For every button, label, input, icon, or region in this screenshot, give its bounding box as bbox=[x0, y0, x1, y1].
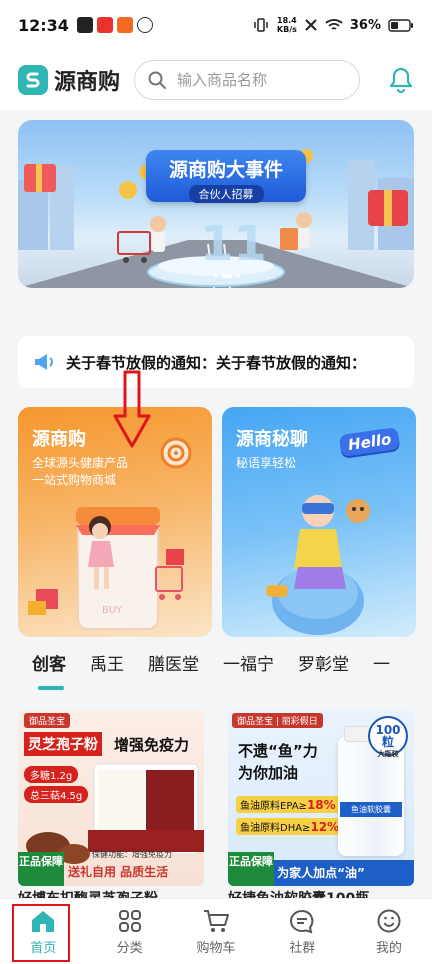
svg-text:BUY: BUY bbox=[102, 605, 123, 616]
link-app-icon bbox=[136, 17, 153, 33]
authentic-guarantee-badge: 正品保障 bbox=[228, 852, 274, 886]
target-icon bbox=[160, 437, 192, 469]
epa-value: 18% bbox=[306, 798, 336, 812]
tab-shanyitang[interactable]: 膳医堂 bbox=[148, 650, 199, 675]
product-card-fish-oil[interactable]: 御品圣宝 | 丽彩假日 不遗“鱼”力 为你加油 鱼油原料EPA≥18% 鱼油原料… bbox=[228, 710, 414, 886]
authentic-guarantee-badge: 正品保障 bbox=[18, 852, 64, 886]
banner-subtitle: 合伙人招募 bbox=[188, 185, 264, 203]
active-tab-indicator bbox=[38, 686, 64, 690]
product-brand: 御品圣宝 bbox=[24, 713, 71, 728]
wifi-icon bbox=[325, 19, 343, 30]
product-headline: 不遗“鱼”力 为你加油 bbox=[238, 740, 318, 784]
product-headline-line2: 为你加油 bbox=[238, 764, 299, 782]
banner-scene-illustration: 11 bbox=[18, 149, 414, 288]
banner-title: 源商购大事件 bbox=[168, 159, 283, 181]
authentic-guarantee-text: 正品保障 bbox=[19, 855, 63, 868]
count-value: 100粒 bbox=[375, 723, 401, 749]
cart-icon bbox=[204, 909, 230, 932]
smile-icon bbox=[377, 909, 401, 932]
hello-badge-text: Hello bbox=[346, 430, 393, 454]
dha-value: 12% bbox=[310, 820, 340, 834]
status-app-icons bbox=[76, 17, 153, 33]
app-name: 源商购 bbox=[54, 70, 121, 95]
dha-badge: 鱼油原料DHA≥12% bbox=[236, 818, 344, 835]
notice-bar[interactable]: 关于春节放假的通知：关于春节放假的通知： bbox=[18, 336, 414, 388]
tab-more[interactable]: 一 bbox=[373, 650, 390, 675]
search-input[interactable] bbox=[177, 71, 338, 89]
tabbar-profile[interactable]: 我的 bbox=[346, 899, 432, 964]
media-app-icon bbox=[76, 17, 93, 33]
promo-banner[interactable]: 11 源商购大事件 合伙人招募 bbox=[18, 120, 414, 288]
count-sub: 大瓶装 bbox=[377, 750, 399, 758]
epa-badge: 鱼油原料EPA≥18% bbox=[236, 796, 340, 813]
tab-yuwang[interactable]: 禹王 bbox=[90, 650, 124, 675]
bell-icon bbox=[389, 67, 413, 94]
tabbar-community-label: 社群 bbox=[289, 940, 316, 956]
feature-card-mi-liao[interactable]: 源商秘聊 秘语享轻松 Hello bbox=[222, 407, 416, 637]
dha-label: 鱼油原料DHA≥ bbox=[240, 823, 311, 834]
authentic-guarantee-text: 正品保障 bbox=[229, 855, 273, 868]
pagination-dot bbox=[236, 274, 240, 278]
card-subtitle-line1: 秘语享轻松 bbox=[236, 456, 297, 470]
count-badge: 100粒 大瓶装 bbox=[368, 716, 408, 758]
product-headline-line1: 不遗“鱼”力 bbox=[238, 742, 318, 760]
battery-icon bbox=[388, 18, 413, 32]
tabbar-category-label: 分类 bbox=[116, 940, 143, 956]
grid-icon bbox=[118, 909, 141, 932]
tabbar-community[interactable]: 社群 bbox=[259, 899, 345, 964]
banner-pagination bbox=[214, 274, 240, 278]
product-brand: 御品圣宝 | 丽彩假日 bbox=[232, 713, 323, 728]
shopping-app-icon bbox=[96, 17, 113, 33]
megaphone-icon bbox=[35, 354, 53, 370]
app-logo: 源商购 bbox=[18, 64, 120, 96]
category-tabs: 创客 禹王 膳医堂 一福宁 罗彰堂 一 bbox=[0, 650, 432, 696]
status-indicators: 18.4 KB/s 36% bbox=[252, 16, 414, 34]
card-subtitle-line2: 一站式购物商城 bbox=[32, 473, 117, 487]
deals-app-icon bbox=[116, 17, 133, 33]
product-slogan: 送礼自用 品质生活 bbox=[68, 865, 169, 879]
tabbar-category[interactable]: 分类 bbox=[86, 899, 172, 964]
tabbar-profile-label: 我的 bbox=[375, 940, 402, 956]
bottle-label: 鱼油软胶囊 bbox=[340, 802, 402, 817]
no-signal-icon bbox=[305, 19, 317, 31]
epa-label: 鱼油原料EPA≥ bbox=[240, 801, 307, 812]
vibrate-icon bbox=[254, 18, 268, 32]
search-icon bbox=[148, 71, 167, 89]
annotation-arrow-down-icon bbox=[113, 370, 151, 448]
svg-text:11: 11 bbox=[200, 216, 267, 272]
product-function-line: 保健功能：增强免疫力 bbox=[92, 850, 172, 859]
tab-yifuning[interactable]: 一福宁 bbox=[223, 650, 274, 675]
notice-text: 关于春节放假的通知：关于春节放假的通知： bbox=[66, 353, 367, 372]
product-slogan: 为家人加点“油” bbox=[277, 866, 365, 880]
status-bar: 12:34 18.4 KB/s 36% bbox=[0, 0, 432, 50]
notification-button[interactable] bbox=[386, 65, 416, 95]
product-card-lingzhi[interactable]: 御品圣宝 灵芝孢子粉 增强免疫力 多糖1.2g 总三萜4.5g 保健功能：增强免… bbox=[18, 710, 204, 886]
pagination-dot-active bbox=[222, 274, 232, 278]
shopping-girl-illustration: BUY bbox=[28, 507, 184, 630]
logo-mark-icon bbox=[18, 65, 48, 95]
network-speed: 18.4 KB/s bbox=[277, 16, 297, 34]
pagination-dot bbox=[214, 274, 218, 278]
tab-chuangke[interactable]: 创客 bbox=[32, 650, 66, 675]
network-speed-value: 18.4 bbox=[277, 16, 297, 25]
annotation-highlight-box bbox=[12, 904, 70, 962]
vr-boy-illustration bbox=[266, 495, 370, 635]
status-time: 12:34 bbox=[18, 15, 69, 35]
app-header: 源商购 bbox=[0, 50, 432, 110]
chat-icon bbox=[290, 909, 314, 933]
battery-percent: 36% bbox=[349, 17, 381, 33]
search-bar[interactable] bbox=[134, 60, 361, 100]
network-speed-unit: KB/s bbox=[276, 25, 297, 34]
tabbar-cart-label: 购物车 bbox=[196, 940, 236, 956]
tabbar-cart[interactable]: 购物车 bbox=[173, 899, 259, 964]
tab-luozhangtang[interactable]: 罗彰堂 bbox=[298, 650, 349, 675]
banner-title-plaque: 源商购大事件 合伙人招募 bbox=[146, 150, 306, 203]
